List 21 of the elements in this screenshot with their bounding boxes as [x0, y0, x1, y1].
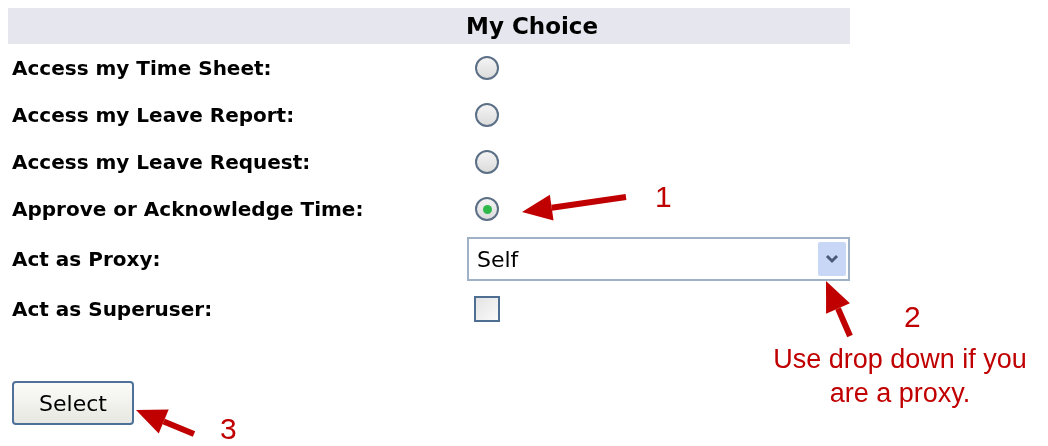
radio-button[interactable]	[475, 55, 499, 80]
radio-button[interactable]	[475, 197, 499, 221]
arrow	[826, 281, 853, 338]
field-label: Access my Leave Report:	[11, 101, 296, 129]
annotation-number: 2	[904, 299, 921, 335]
arrow	[136, 409, 196, 437]
radio-button[interactable]	[475, 102, 499, 127]
select-button[interactable]: Select	[12, 381, 134, 425]
field-label: Approve or Acknowledge Time:	[11, 196, 365, 223]
chevron-down-icon	[818, 242, 846, 276]
field-label: Access my Leave Request:	[11, 148, 312, 176]
annotation-note: Use drop down if you are a proxy.	[772, 343, 1028, 410]
checkbox[interactable]	[474, 296, 500, 322]
annotation-number: 3	[220, 412, 237, 446]
field-label: Access my Time Sheet:	[11, 54, 273, 82]
field-label: Act as Superuser:	[11, 296, 214, 323]
column-header: My Choice	[465, 11, 600, 41]
proxy-dropdown[interactable]: Self	[467, 237, 850, 281]
radio-button[interactable]	[475, 149, 499, 174]
field-label: Act as Proxy:	[11, 246, 162, 273]
annotation-number: 1	[655, 179, 672, 215]
